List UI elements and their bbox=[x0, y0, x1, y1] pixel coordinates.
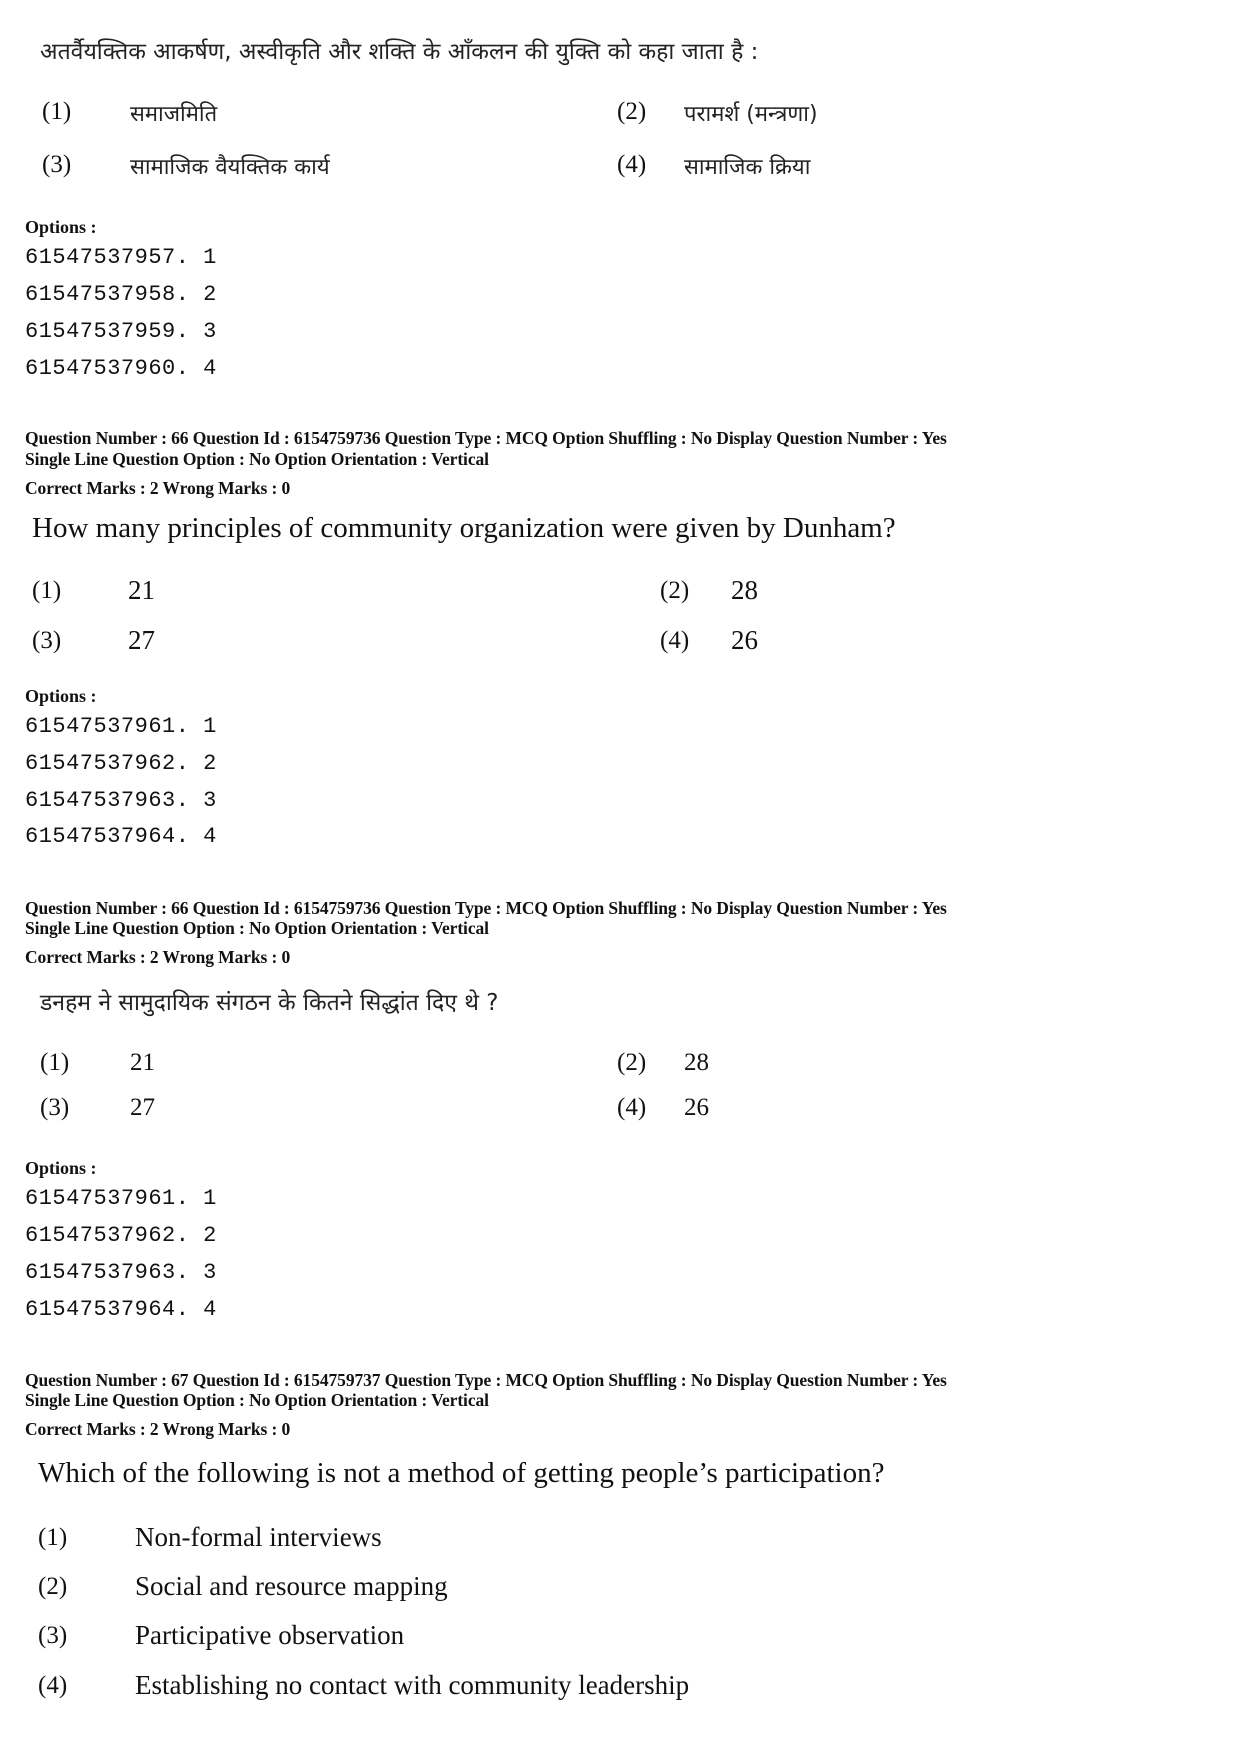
choice-text: 26 bbox=[684, 1094, 709, 1121]
option-id: 61547537962. 2 bbox=[25, 751, 217, 776]
question-text: How many principles of community organiz… bbox=[32, 512, 896, 544]
question-meta-line: Question Number : 67 Question Id : 61547… bbox=[25, 1370, 947, 1390]
choice-number: (2) bbox=[660, 577, 690, 604]
options-label: Options : bbox=[25, 1158, 97, 1178]
option-id: 61547537964. 4 bbox=[25, 824, 217, 849]
choice-text: परामर्श (मन्त्रणा) bbox=[684, 102, 818, 127]
question-meta-line: Single Line Question Option : No Option … bbox=[25, 449, 489, 469]
choice-number: (1) bbox=[42, 98, 72, 125]
option-id: 61547537962. 2 bbox=[25, 1223, 217, 1248]
choice-number: (3) bbox=[40, 1094, 70, 1121]
choice-text: 21 bbox=[128, 575, 155, 605]
options-label: Options : bbox=[25, 217, 97, 237]
choice-number: (4) bbox=[660, 627, 690, 654]
choice-text: Non-formal interviews bbox=[135, 1522, 382, 1552]
question-meta-line: Single Line Question Option : No Option … bbox=[25, 918, 489, 938]
marks-line: Correct Marks : 2 Wrong Marks : 0 bbox=[25, 947, 291, 967]
choice-text: 27 bbox=[130, 1094, 155, 1121]
choice-text: 26 bbox=[731, 625, 758, 655]
choice-text: समाजमिति bbox=[130, 102, 218, 127]
question-meta-line: Single Line Question Option : No Option … bbox=[25, 1390, 489, 1410]
option-id: 61547537959. 3 bbox=[25, 319, 217, 344]
choice-text: Social and resource mapping bbox=[135, 1571, 448, 1601]
choice-number: (1) bbox=[40, 1049, 70, 1076]
choice-number: (2) bbox=[617, 98, 647, 125]
choice-text: सामाजिक क्रिया bbox=[684, 155, 811, 180]
options-label: Options : bbox=[25, 686, 97, 706]
choice-text: 28 bbox=[731, 575, 758, 605]
choice-number: (3) bbox=[38, 1622, 68, 1649]
choice-text: 27 bbox=[128, 625, 155, 655]
choice-number: (4) bbox=[38, 1672, 68, 1699]
choice-text: 28 bbox=[684, 1049, 709, 1076]
choice-number: (3) bbox=[42, 151, 72, 178]
option-id: 61547537958. 2 bbox=[25, 282, 217, 307]
option-id: 61547537964. 4 bbox=[25, 1297, 217, 1322]
choice-text: Establishing no contact with community l… bbox=[135, 1670, 690, 1700]
marks-line: Correct Marks : 2 Wrong Marks : 0 bbox=[25, 1419, 291, 1439]
choice-number: (4) bbox=[617, 1094, 647, 1121]
option-id: 61547537961. 1 bbox=[25, 714, 217, 739]
question-meta-line: Question Number : 66 Question Id : 61547… bbox=[25, 428, 947, 448]
choice-number: (4) bbox=[617, 151, 647, 178]
choice-text: सामाजिक वैयक्तिक कार्य bbox=[130, 155, 330, 180]
option-id: 61547537957. 1 bbox=[25, 245, 217, 270]
choice-number: (3) bbox=[32, 627, 62, 654]
marks-line: Correct Marks : 2 Wrong Marks : 0 bbox=[25, 478, 291, 498]
option-id: 61547537960. 4 bbox=[25, 356, 217, 381]
choice-number: (1) bbox=[32, 577, 62, 604]
question-text: Which of the following is not a method o… bbox=[38, 1457, 885, 1489]
option-id: 61547537963. 3 bbox=[25, 1260, 217, 1285]
option-id: 61547537963. 3 bbox=[25, 788, 217, 813]
question-meta-line: Question Number : 66 Question Id : 61547… bbox=[25, 898, 947, 918]
question-text: अतर्वैयक्तिक आकर्षण, अस्वीकृति और शक्ति … bbox=[40, 39, 759, 65]
choice-number: (2) bbox=[38, 1573, 68, 1600]
choice-text: 21 bbox=[130, 1049, 155, 1076]
option-id: 61547537961. 1 bbox=[25, 1186, 217, 1211]
choice-text: Participative observation bbox=[135, 1620, 405, 1650]
question-text: डनहम ने सामुदायिक संगठन के कितने सिद्धां… bbox=[40, 990, 499, 1016]
choice-number: (2) bbox=[617, 1049, 647, 1076]
choice-number: (1) bbox=[38, 1524, 68, 1551]
